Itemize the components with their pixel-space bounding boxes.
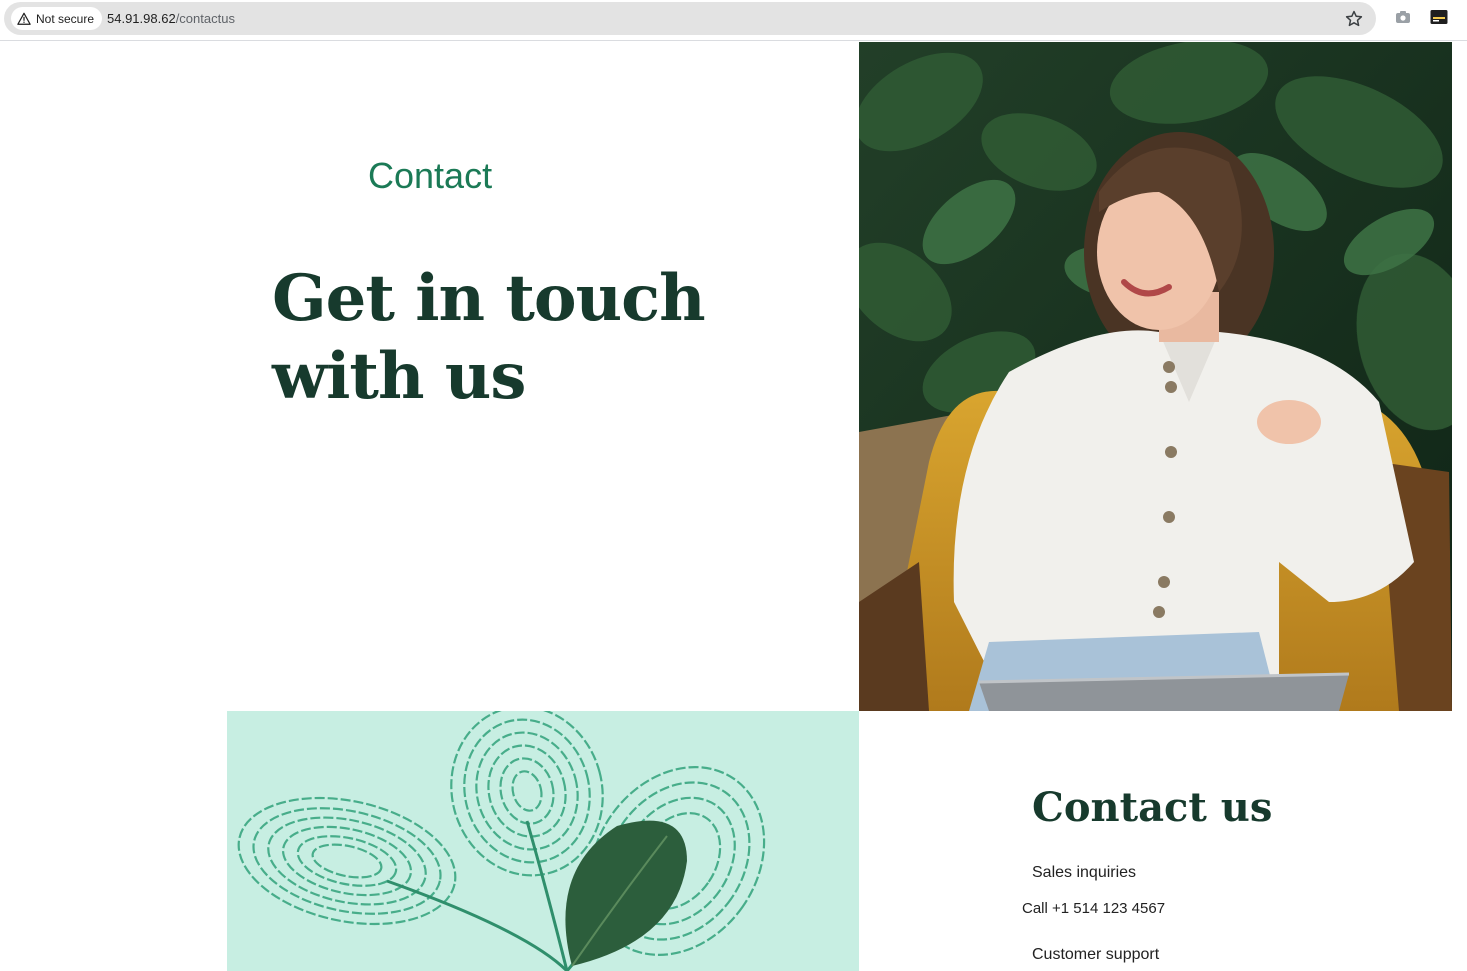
woman-photo-illustration	[859, 42, 1452, 711]
leaf-fingerprint-graphic	[227, 711, 859, 971]
hero-photo	[859, 42, 1452, 711]
fingerprint-leaf-illustration	[237, 711, 766, 971]
contact-info-section: Contact us Sales inquiries Call +1 514 1…	[859, 711, 1467, 971]
sales-phone-link[interactable]: Call +1 514 123 4567	[1022, 900, 1165, 917]
customer-support-label: Customer support	[1032, 946, 1160, 963]
hero-title: Get in touch with us	[272, 260, 792, 416]
star-icon[interactable]	[1344, 9, 1364, 29]
eyebrow-label: Contact	[368, 155, 493, 196]
camera-icon[interactable]	[1395, 10, 1411, 24]
hero-title-line1: Get in touch	[272, 261, 706, 336]
sales-inquiries-label: Sales inquiries	[1032, 864, 1137, 881]
security-label: Not secure	[36, 11, 95, 26]
hero-title-line2: with us	[272, 339, 526, 414]
card-icon[interactable]	[1430, 9, 1448, 25]
url-text[interactable]: 54.91.98.62/contactus	[107, 11, 235, 26]
address-bar[interactable]: Not secure 54.91.98.62/contactus	[4, 2, 1376, 35]
url-host: 54.91.98.62	[107, 11, 176, 26]
warning-triangle-icon	[17, 12, 31, 25]
url-path: /contactus	[175, 11, 235, 26]
browser-toolbar: Not secure 54.91.98.62/contactus	[0, 0, 1467, 41]
contact-heading: Contact us	[1032, 784, 1273, 831]
security-indicator[interactable]: Not secure	[11, 7, 103, 30]
hero-section: Contact Get in touch with us	[0, 42, 859, 711]
